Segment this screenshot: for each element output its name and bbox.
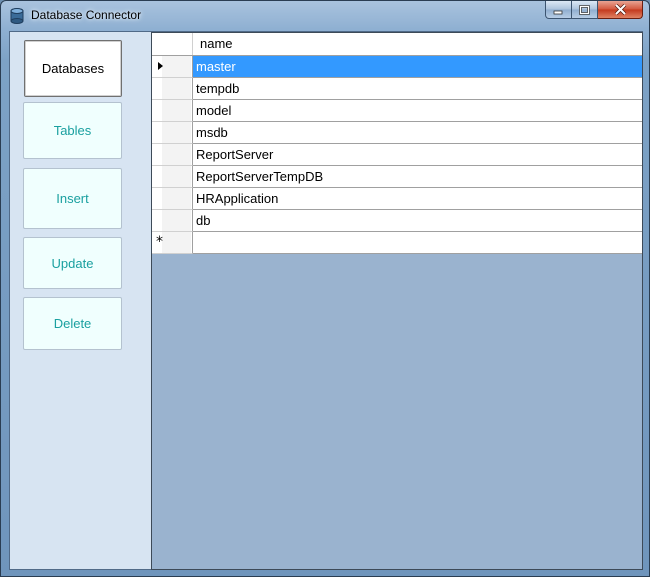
maximize-icon: [579, 4, 590, 15]
new-row-asterisk-icon: *: [156, 234, 163, 250]
table-row[interactable]: tempdb: [152, 78, 642, 100]
main-window: Database Connector Databases Tables Inse…: [0, 0, 650, 577]
row-header[interactable]: [152, 166, 193, 188]
table-row[interactable]: master: [152, 56, 642, 78]
row-header[interactable]: [152, 122, 193, 144]
grid-cell[interactable]: db: [193, 210, 642, 232]
grid-cell[interactable]: master: [193, 56, 642, 78]
row-header[interactable]: [152, 100, 193, 122]
caption-buttons: [545, 1, 643, 21]
grid-cell[interactable]: msdb: [193, 122, 642, 144]
maximize-button[interactable]: [572, 1, 598, 19]
table-row[interactable]: HRApplication: [152, 188, 642, 210]
table-row[interactable]: ReportServerTempDB: [152, 166, 642, 188]
grid-cell[interactable]: model: [193, 100, 642, 122]
row-header[interactable]: [152, 78, 193, 100]
table-row[interactable]: db: [152, 210, 642, 232]
current-row-arrow-icon: [158, 62, 163, 70]
client-area: Databases Tables Insert Update Delete na…: [9, 31, 643, 570]
grid-cell[interactable]: ReportServerTempDB: [193, 166, 642, 188]
tables-button[interactable]: Tables: [23, 102, 122, 159]
table-row[interactable]: ReportServer: [152, 144, 642, 166]
grid-cell[interactable]: tempdb: [193, 78, 642, 100]
title-bar[interactable]: Database Connector: [1, 1, 649, 31]
close-button[interactable]: [598, 1, 643, 19]
grid-corner[interactable]: [152, 33, 193, 55]
grid-cell[interactable]: ReportServer: [193, 144, 642, 166]
close-icon: [614, 4, 626, 15]
table-row[interactable]: msdb: [152, 122, 642, 144]
databases-grid[interactable]: name master tempdb model msdb ReportServ…: [151, 32, 643, 570]
row-header[interactable]: *: [152, 232, 193, 254]
table-row[interactable]: model: [152, 100, 642, 122]
grid-header: name: [152, 33, 642, 56]
update-button[interactable]: Update: [23, 237, 122, 289]
databases-button[interactable]: Databases: [24, 40, 122, 97]
row-header[interactable]: [152, 188, 193, 210]
new-row[interactable]: *: [152, 232, 642, 254]
row-header[interactable]: [152, 210, 193, 232]
grid-cell[interactable]: HRApplication: [193, 188, 642, 210]
column-header-name[interactable]: name: [193, 33, 233, 55]
window-title: Database Connector: [31, 8, 142, 22]
delete-button[interactable]: Delete: [23, 297, 122, 350]
minimize-button[interactable]: [545, 1, 572, 19]
minimize-icon: [553, 10, 563, 14]
insert-button[interactable]: Insert: [23, 168, 122, 229]
grid-cell-new[interactable]: [193, 232, 642, 254]
database-icon: [10, 8, 24, 24]
row-header[interactable]: [152, 56, 193, 78]
row-header[interactable]: [152, 144, 193, 166]
